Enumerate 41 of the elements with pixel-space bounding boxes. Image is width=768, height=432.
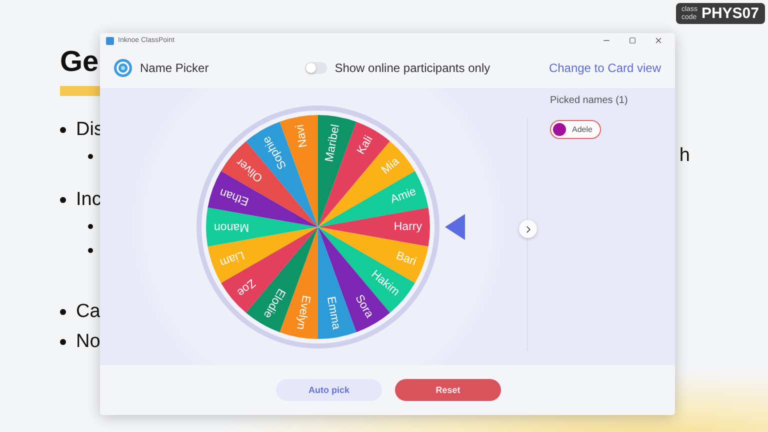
bullet-icon xyxy=(60,309,66,315)
name-label: Zoe xyxy=(234,276,258,298)
auto-pick-button[interactable]: Auto pick xyxy=(276,379,382,401)
bullet-text: h xyxy=(679,145,690,167)
logo-icon xyxy=(114,59,132,77)
bullet-icon xyxy=(60,197,66,203)
bullet-icon xyxy=(88,248,93,252)
name-label: Mia xyxy=(380,155,402,176)
app-icon xyxy=(106,36,114,44)
pointer-icon xyxy=(445,214,465,240)
maximize-icon xyxy=(628,37,636,44)
online-toggle[interactable] xyxy=(304,62,327,74)
name-label: Ethan xyxy=(218,185,251,207)
toggle-label: Show online participants only xyxy=(334,61,490,75)
bullet-text: Ca xyxy=(76,301,100,323)
name-label: Emma xyxy=(324,295,342,330)
avatar-icon xyxy=(553,123,566,136)
name-label: Navi xyxy=(294,123,310,148)
close-icon xyxy=(654,36,662,45)
card-view-link[interactable]: Change to Card view xyxy=(548,61,661,75)
bullet-icon xyxy=(88,154,93,158)
bullet-icon xyxy=(88,224,93,228)
slide-title: Ge xyxy=(60,45,99,80)
bullet-text: No xyxy=(76,331,100,353)
name-label: Amie xyxy=(389,185,418,206)
name-label: Evelyn xyxy=(294,294,312,330)
picked-name: Adele xyxy=(572,125,592,134)
name-label: Maribel xyxy=(324,123,342,162)
class-code: PHYS07 xyxy=(701,5,759,22)
bullet-text: Inc xyxy=(76,189,102,211)
name-label: Kali xyxy=(355,133,376,156)
collapse-button[interactable] xyxy=(519,220,537,238)
bullet-icon xyxy=(60,127,66,133)
name-label: Bari xyxy=(394,249,418,268)
name-label: Harry xyxy=(394,220,422,232)
bullet-icon xyxy=(60,339,66,345)
picked-names-heading: Picked names (1) xyxy=(550,95,629,106)
name-label: Liam xyxy=(218,248,246,268)
name-label: Manon xyxy=(214,220,250,232)
reset-button[interactable]: Reset xyxy=(395,379,501,401)
picker-title: Name Picker xyxy=(140,61,209,75)
